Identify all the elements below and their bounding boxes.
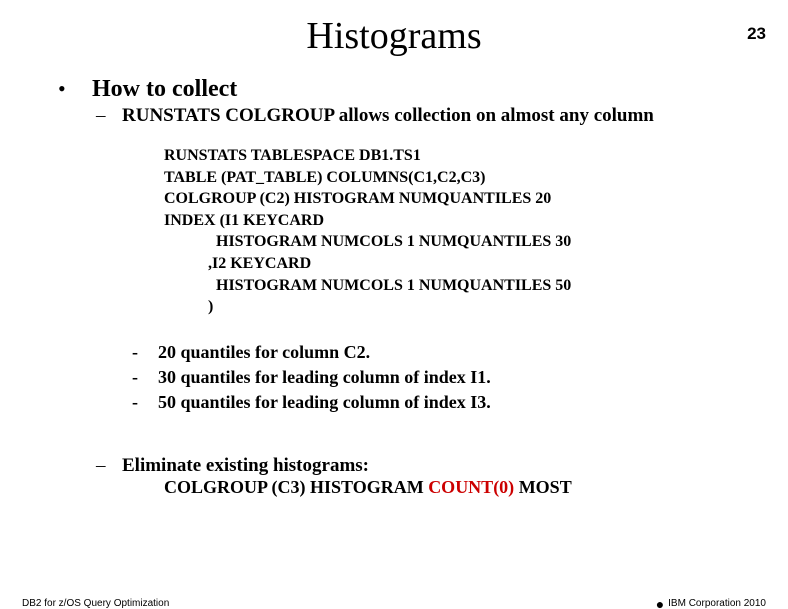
list-text: 20 quantiles for column C2. [158, 340, 370, 365]
footer-right: ● IBM Corporation 2010 [656, 598, 766, 609]
bullet-icon: ● [656, 599, 664, 609]
dash-marker: - [132, 390, 158, 415]
footer-left: DB2 for z/OS Query Optimization [22, 598, 169, 609]
bullet-marker: • [54, 78, 92, 100]
list-item: - 30 quantiles for leading column of ind… [132, 365, 758, 390]
dash-marker: – [96, 455, 122, 477]
copyright-text: IBM Corporation 2010 [668, 598, 766, 609]
code-line: TABLE (PAT_TABLE) COLUMNS(C1,C2,C3) [164, 169, 486, 186]
page-number: 23 [747, 24, 766, 44]
bullet-text: How to collect [92, 76, 237, 103]
code-line: HISTOGRAM NUMCOLS 1 NUMQUANTILES 30 [164, 233, 571, 250]
slide-title: Histograms [0, 14, 788, 58]
dash-marker: - [132, 340, 158, 365]
sub-text: RUNSTATS COLGROUP allows collection on a… [122, 105, 654, 127]
code-text: COLGROUP (C3) HISTOGRAM [164, 477, 428, 497]
code-line: INDEX (I1 KEYCARD [164, 212, 324, 229]
dash-marker: - [132, 365, 158, 390]
sub-bullet-eliminate: – Eliminate existing histograms: [96, 455, 758, 477]
sub-bullet-runstats: – RUNSTATS COLGROUP allows collection on… [96, 105, 758, 127]
content-area: • How to collect – RUNSTATS COLGROUP all… [0, 76, 788, 498]
code-block: RUNSTATS TABLESPACE DB1.TS1 TABLE (PAT_T… [164, 145, 758, 318]
code-text: MOST [514, 477, 572, 497]
list-item: - 20 quantiles for column C2. [132, 340, 758, 365]
code-line: COLGROUP (C2) HISTOGRAM NUMQUANTILES 20 [164, 190, 551, 207]
eliminate-code: COLGROUP (C3) HISTOGRAM COUNT(0) MOST [164, 477, 758, 498]
code-red: COUNT(0) [428, 477, 514, 497]
list-text: 30 quantiles for leading column of index… [158, 365, 491, 390]
list-text: 50 quantiles for leading column of index… [158, 390, 491, 415]
code-line: HISTOGRAM NUMCOLS 1 NUMQUANTILES 50 [164, 277, 571, 294]
code-line: RUNSTATS TABLESPACE DB1.TS1 [164, 147, 421, 164]
code-line: ) [164, 298, 213, 315]
quantile-list: - 20 quantiles for column C2. - 30 quant… [132, 340, 758, 416]
list-item: - 50 quantiles for leading column of ind… [132, 390, 758, 415]
dash-marker: – [96, 105, 122, 127]
slide: 23 Histograms • How to collect – RUNSTAT… [0, 14, 788, 609]
code-line: ,I2 KEYCARD [164, 255, 311, 272]
bullet-how-to-collect: • How to collect [54, 76, 758, 103]
sub-text: Eliminate existing histograms: [122, 455, 369, 477]
